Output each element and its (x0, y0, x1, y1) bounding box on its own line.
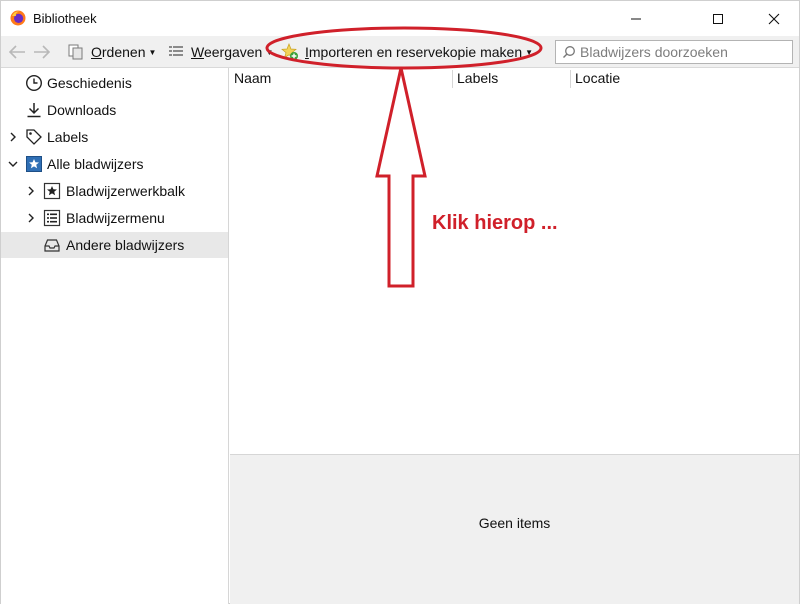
maximize-button[interactable] (695, 1, 741, 36)
bookmark-list-pane: Naam Labels Locatie (230, 68, 799, 454)
minimize-icon (631, 18, 641, 19)
empty-state-text: Geen items (478, 515, 551, 531)
star-icon (43, 182, 61, 200)
list-icon (43, 209, 61, 227)
chevron-right-icon[interactable] (25, 212, 37, 224)
views-label: Weergaven (191, 44, 263, 60)
download-icon (27, 103, 41, 118)
organize-icon (68, 44, 83, 60)
chevron-right-icon[interactable] (25, 185, 37, 197)
column-header-location[interactable]: Locatie (575, 68, 620, 90)
window-title: Bibliotheek (33, 11, 97, 26)
sidebar-item-label: Labels (47, 129, 89, 145)
import-star-icon (281, 43, 298, 60)
sidebar-item-label: Andere bladwijzers (66, 237, 185, 253)
sidebar-item-label: Bladwijzerwerkbalk (66, 183, 186, 199)
close-button[interactable] (751, 1, 797, 36)
column-header-name[interactable]: Naam (234, 68, 271, 90)
sidebar-item-label: Geschiedenis (47, 75, 132, 91)
chevron-right-icon[interactable] (7, 131, 19, 143)
maximize-icon (713, 13, 723, 24)
views-menu-button[interactable]: Weergaven ▼ (167, 41, 273, 63)
close-icon (768, 13, 780, 24)
sidebar-item-other-bookmarks[interactable]: Andere bladwijzers (1, 232, 228, 258)
back-arrow-icon[interactable] (6, 42, 28, 62)
tag-icon (26, 129, 42, 145)
organize-label: Ordenen (91, 44, 146, 60)
import-backup-label: Importeren en reservekopie maken (305, 44, 523, 60)
sidebar-item-history[interactable]: Geschiedenis (1, 70, 228, 96)
details-pane: Geen items (230, 454, 799, 604)
firefox-icon (10, 10, 26, 26)
search-box[interactable] (555, 40, 793, 64)
search-icon (563, 46, 575, 58)
title-bar: Bibliotheek (1, 1, 799, 36)
organize-menu-button[interactable]: Ordenen ▼ (67, 41, 156, 63)
sidebar-tree: Geschiedenis Downloads Labels Alle bladw… (1, 68, 229, 604)
sidebar-item-labels[interactable]: Labels (1, 124, 228, 150)
library-window: Bibliotheek Ordenen ▼ Weergaven ▼ Import… (0, 0, 800, 604)
chevron-down-icon[interactable] (7, 158, 19, 170)
chevron-down-icon: ▼ (265, 48, 274, 57)
sidebar-item-bookmarks-menu[interactable]: Bladwijzermenu (1, 205, 228, 231)
sidebar-item-downloads[interactable]: Downloads (1, 97, 228, 123)
clock-icon (25, 74, 43, 92)
chevron-down-icon: ▼ (525, 48, 534, 57)
sidebar-item-all-bookmarks[interactable]: Alle bladwijzers (1, 151, 228, 177)
inbox-icon (44, 239, 60, 252)
sidebar-item-label: Downloads (47, 102, 117, 118)
column-divider[interactable] (570, 70, 571, 88)
sidebar-item-label: Bladwijzermenu (66, 210, 165, 226)
bookmarks-icon (26, 156, 42, 172)
column-header-labels[interactable]: Labels (457, 68, 498, 90)
forward-arrow-icon[interactable] (31, 42, 53, 62)
sidebar-item-bookmarks-toolbar[interactable]: Bladwijzerwerkbalk (1, 178, 228, 204)
views-list-icon (169, 46, 183, 56)
search-input[interactable] (580, 43, 788, 61)
sidebar-item-label: Alle bladwijzers (47, 156, 144, 172)
chevron-down-icon: ▼ (148, 48, 157, 57)
column-divider[interactable] (452, 70, 453, 88)
annotation-text: Klik hierop ... (432, 212, 558, 234)
import-backup-menu-button[interactable]: Importeren en reservekopie maken ▼ (281, 41, 533, 63)
minimize-button[interactable] (613, 1, 659, 36)
